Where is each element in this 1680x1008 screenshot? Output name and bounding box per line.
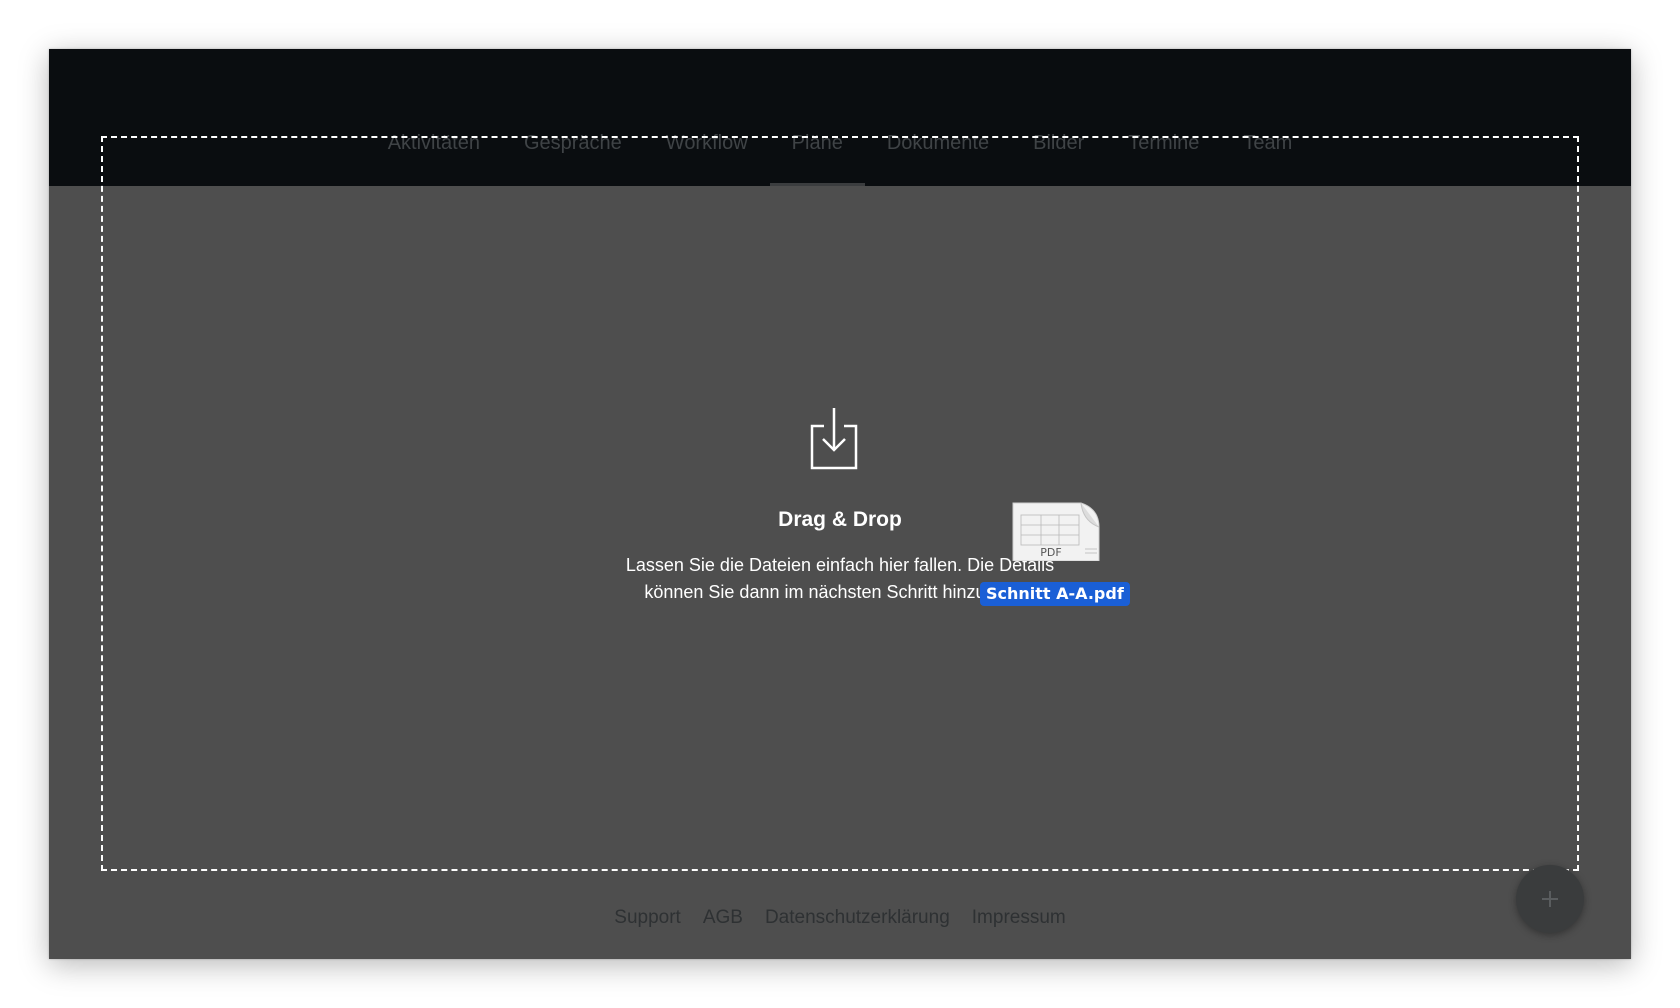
dragged-file-name: Schnitt A-A.pdf bbox=[980, 582, 1130, 606]
footer-link-agb[interactable]: AGB bbox=[703, 907, 743, 929]
pdf-type-label: PDF bbox=[1040, 546, 1061, 559]
pdf-file-icon: PDF bbox=[1012, 502, 1100, 561]
footer-link-support[interactable]: Support bbox=[614, 907, 681, 929]
file-drop-zone[interactable] bbox=[101, 136, 1579, 871]
footer: Support AGB Datenschutzerklärung Impress… bbox=[49, 907, 1631, 929]
plus-icon bbox=[1542, 891, 1558, 907]
footer-link-privacy[interactable]: Datenschutzerklärung bbox=[765, 907, 950, 929]
drop-title: Drag & Drop bbox=[778, 508, 902, 531]
download-tray-icon bbox=[810, 408, 858, 470]
footer-link-imprint[interactable]: Impressum bbox=[972, 907, 1066, 929]
add-button[interactable] bbox=[1516, 865, 1584, 933]
app-window: Aktivitäten Gespräche Workflow Pläne Dok… bbox=[49, 49, 1631, 959]
